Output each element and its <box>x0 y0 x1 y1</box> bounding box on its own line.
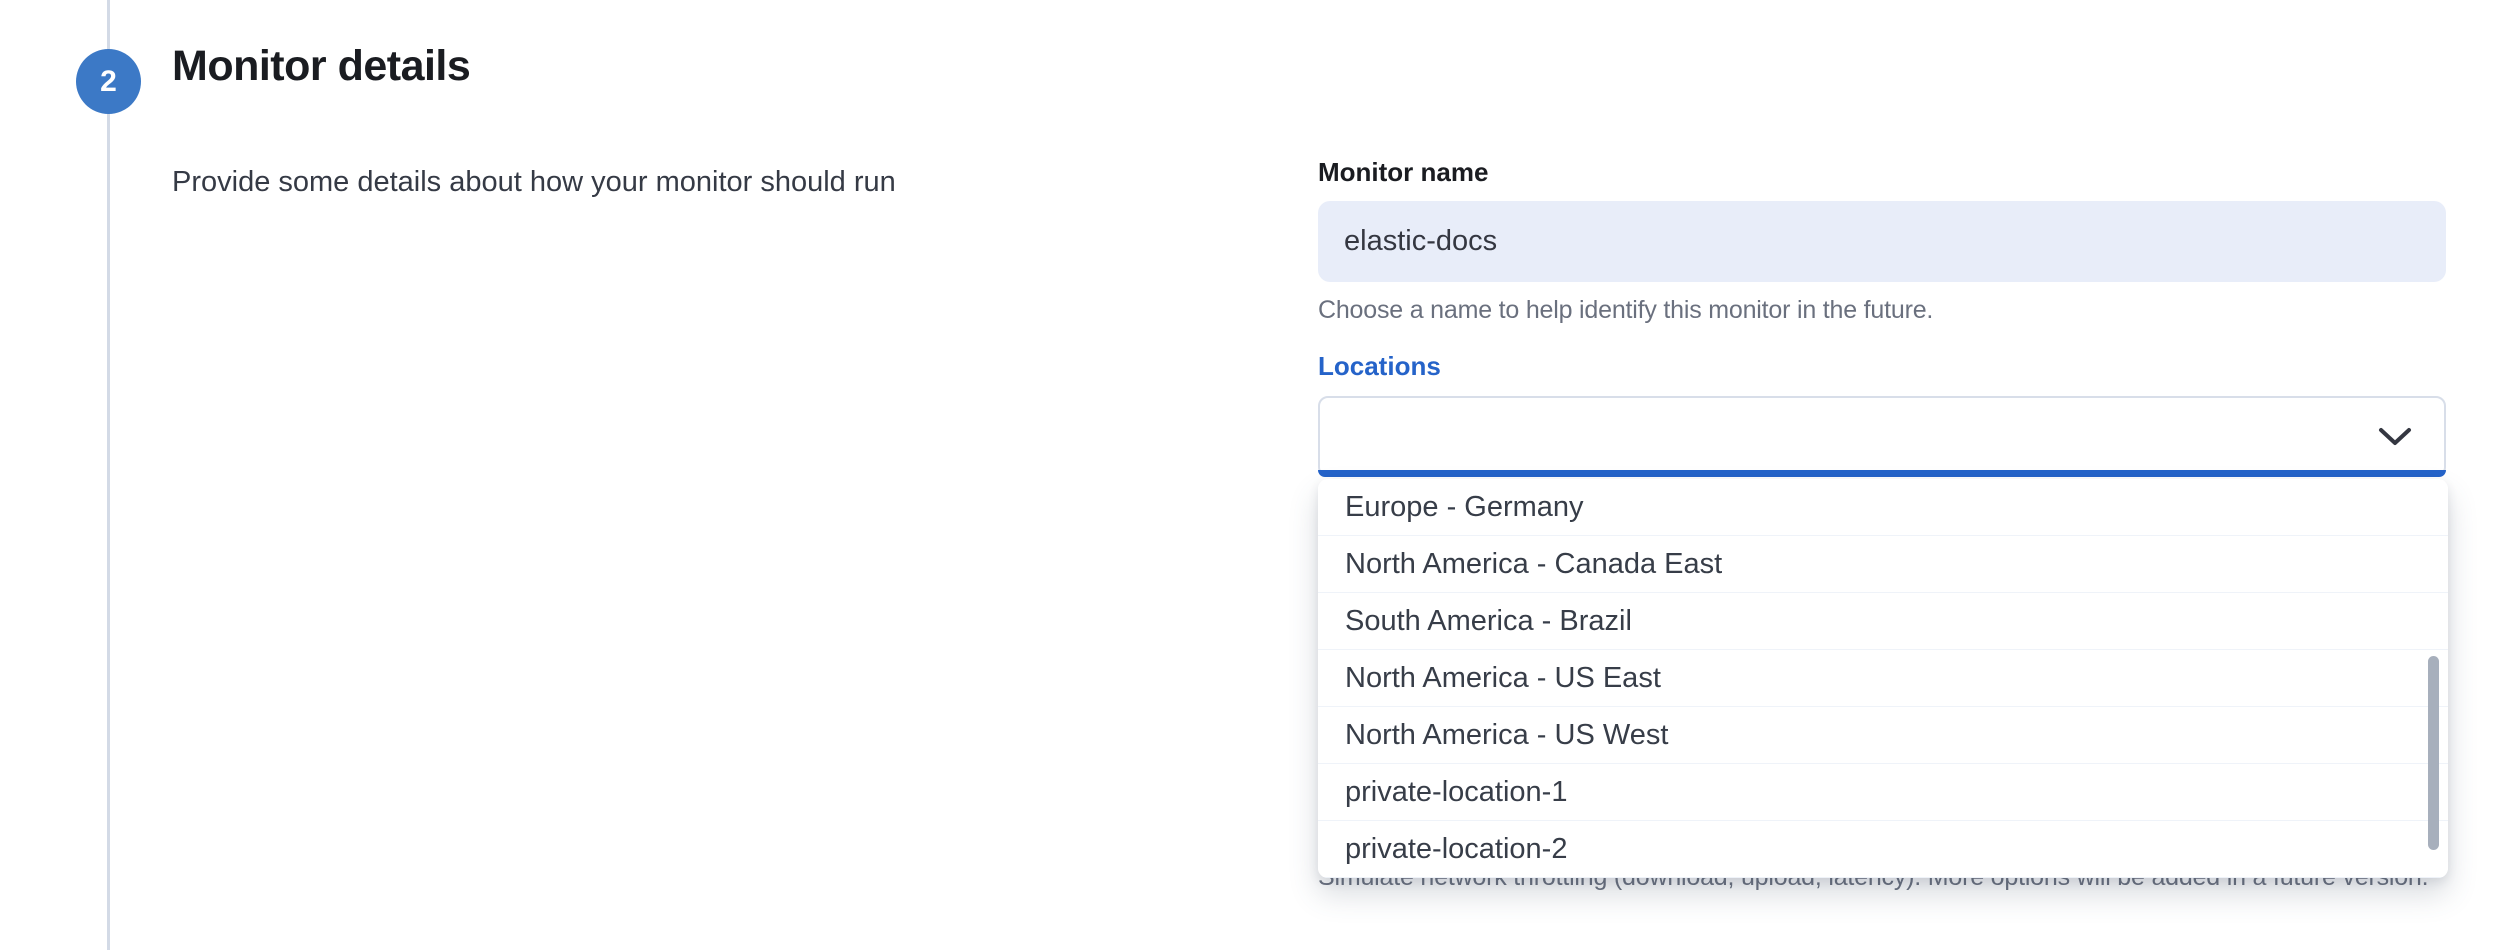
chevron-down-icon[interactable] <box>2378 427 2412 447</box>
step-number: 2 <box>100 65 117 99</box>
location-option-label: private-location-2 <box>1345 833 1567 866</box>
location-option[interactable]: Europe - Germany <box>1318 479 2448 536</box>
location-option-label: Europe - Germany <box>1345 491 1584 524</box>
focus-underline <box>1318 470 2446 477</box>
location-option[interactable]: private-location-2 <box>1318 821 2448 878</box>
locations-combobox[interactable] <box>1318 396 2446 477</box>
location-option-label: South America - Brazil <box>1345 605 1632 638</box>
step-description: Provide some details about how your moni… <box>172 166 896 199</box>
page-title: Monitor details <box>172 42 470 91</box>
location-option-label: private-location-1 <box>1345 776 1567 809</box>
location-option[interactable]: North America - US East <box>1318 650 2448 707</box>
location-option-label: North America - Canada East <box>1345 548 1722 581</box>
step-number-badge: 2 <box>76 49 141 114</box>
scrollbar-thumb[interactable] <box>2428 656 2439 850</box>
locations-label: Locations <box>1318 351 1441 382</box>
location-option-label: North America - US West <box>1345 719 1668 752</box>
monitor-name-label: Monitor name <box>1318 157 1488 188</box>
location-option[interactable]: private-location-1 <box>1318 764 2448 821</box>
location-option[interactable]: South America - Brazil <box>1318 593 2448 650</box>
locations-dropdown-list: Europe - Germany North America - Canada … <box>1318 479 2448 878</box>
monitor-name-input[interactable] <box>1318 201 2446 282</box>
location-option[interactable]: North America - US West <box>1318 707 2448 764</box>
monitor-name-help: Choose a name to help identify this moni… <box>1318 296 1933 325</box>
step-progress-line <box>107 0 110 950</box>
location-option[interactable]: North America - Canada East <box>1318 536 2448 593</box>
location-option-label: North America - US East <box>1345 662 1661 695</box>
